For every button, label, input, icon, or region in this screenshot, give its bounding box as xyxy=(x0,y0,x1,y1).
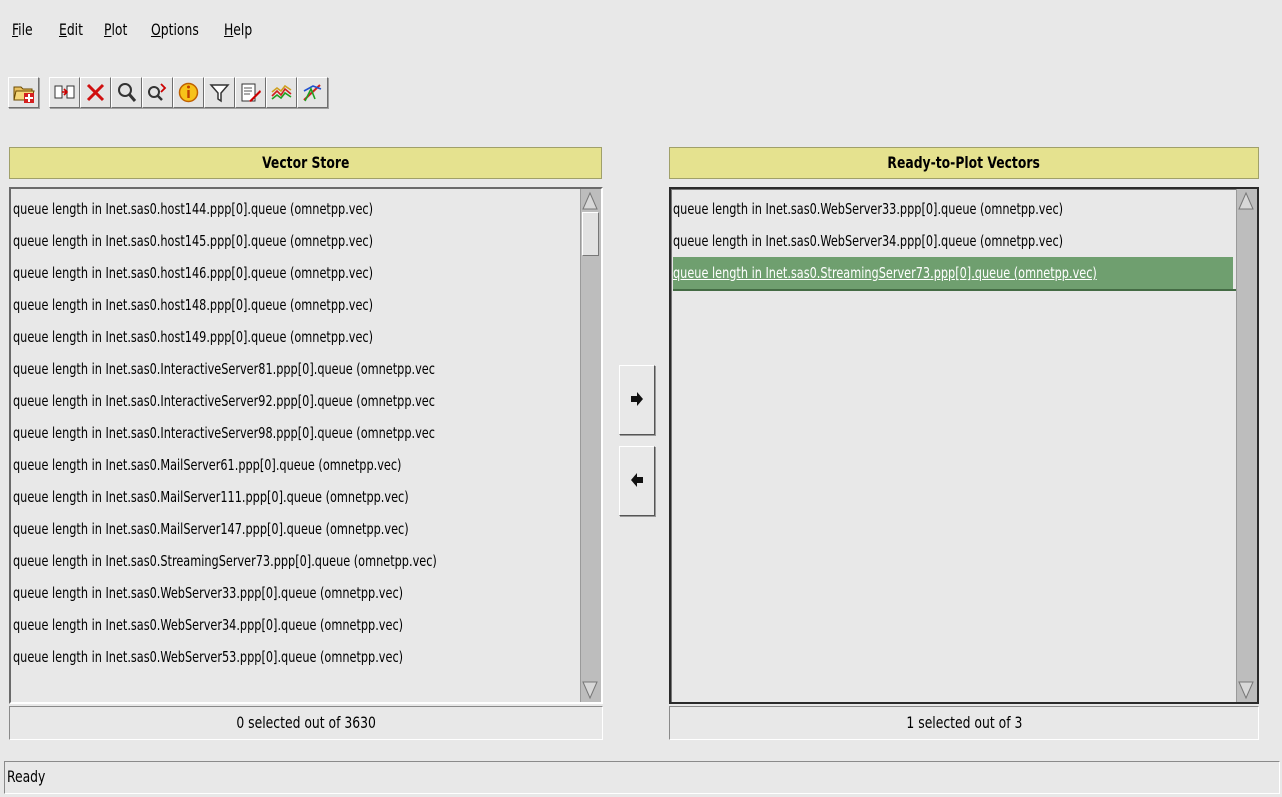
plot-config-button[interactable] xyxy=(297,77,328,108)
filter-button[interactable] xyxy=(204,77,235,108)
ready-to-plot-scrollbar[interactable] xyxy=(1236,189,1257,702)
scroll-up-icon[interactable] xyxy=(1237,191,1255,211)
scroll-down-icon[interactable] xyxy=(581,680,599,700)
list-item[interactable]: queue length in Inet.sas0.InteractiveSer… xyxy=(13,353,577,385)
list-item[interactable]: queue length in Inet.sas0.WebServer34.pp… xyxy=(13,609,577,641)
list-item-label: queue length in Inet.sas0.WebServer53.pp… xyxy=(13,648,404,666)
list-item-label: queue length in Inet.sas0.StreamingServe… xyxy=(13,552,437,570)
vector-store-count: 0 selected out of 3630 xyxy=(9,706,603,740)
search-button[interactable] xyxy=(111,77,142,108)
ready-to-plot-header: Ready-to-Plot Vectors xyxy=(669,147,1259,179)
menu-help-label: Help xyxy=(224,20,253,39)
menu-file[interactable]: File xyxy=(12,20,33,40)
scroll-down-icon[interactable] xyxy=(1237,680,1255,700)
info-button[interactable] xyxy=(173,77,204,108)
vector-store-title: Vector Store xyxy=(261,153,350,172)
list-item-label: queue length in Inet.sas0.InteractiveSer… xyxy=(13,360,435,378)
vector-store-scrollbar[interactable] xyxy=(580,189,601,702)
list-item-label: queue length in Inet.sas0.host144.ppp[0]… xyxy=(13,200,374,218)
list-item-label: queue length in Inet.sas0.InteractiveSer… xyxy=(13,392,435,410)
list-item[interactable]: queue length in Inet.sas0.WebServer53.pp… xyxy=(13,641,577,673)
menu-options-label: Options xyxy=(151,20,199,39)
delete-button[interactable] xyxy=(80,77,111,108)
list-item-label: queue length in Inet.sas0.MailServer147.… xyxy=(13,520,409,538)
list-item[interactable]: queue length in Inet.sas0.MailServer111.… xyxy=(13,481,577,513)
edit-note-button[interactable] xyxy=(235,77,266,108)
status-text: Ready xyxy=(7,767,46,786)
list-item[interactable]: queue length in Inet.sas0.host148.ppp[0]… xyxy=(13,289,577,321)
list-item-label: queue length in Inet.sas0.WebServer34.pp… xyxy=(673,232,1064,250)
add-to-plot-button[interactable] xyxy=(619,365,655,435)
plot-lines-icon xyxy=(271,84,292,100)
list-item[interactable]: queue length in Inet.sas0.host144.ppp[0]… xyxy=(13,193,577,225)
list-item[interactable]: queue length in Inet.sas0.host146.ppp[0]… xyxy=(13,257,577,289)
list-item-label: queue length in Inet.sas0.WebServer34.pp… xyxy=(13,616,404,634)
vector-store-list[interactable]: queue length in Inet.sas0.host144.ppp[0]… xyxy=(9,187,603,704)
edit-note-icon xyxy=(241,83,261,102)
remove-from-plot-button[interactable] xyxy=(619,446,655,516)
search-icon xyxy=(118,83,137,102)
ready-to-plot-title: Ready-to-Plot Vectors xyxy=(887,153,1041,172)
list-item-label: queue length in Inet.sas0.WebServer33.pp… xyxy=(13,584,404,602)
open-file-button[interactable] xyxy=(8,77,39,108)
vector-store-header: Vector Store xyxy=(9,147,602,179)
menu-edit[interactable]: Edit xyxy=(59,20,83,40)
plot-config-icon xyxy=(303,84,322,102)
ready-to-plot-rows: queue length in Inet.sas0.WebServer33.pp… xyxy=(673,193,1253,291)
list-item-label: queue length in Inet.sas0.WebServer33.pp… xyxy=(673,200,1064,218)
list-item[interactable]: queue length in Inet.sas0.MailServer147.… xyxy=(13,513,577,545)
scroll-up-icon[interactable] xyxy=(581,191,599,211)
arrow-right-icon xyxy=(631,392,643,406)
ready-to-plot-count-text: 1 selected out of 3 xyxy=(906,713,1022,732)
open-file-icon xyxy=(13,86,35,103)
arrow-left-icon xyxy=(631,473,643,487)
list-item[interactable]: queue length in Inet.sas0.StreamingServe… xyxy=(13,545,577,577)
list-item-label: queue length in Inet.sas0.host149.ppp[0]… xyxy=(13,328,374,346)
status-bar: Ready xyxy=(4,761,1280,794)
list-item[interactable]: queue length in Inet.sas0.WebServer33.pp… xyxy=(673,193,1233,225)
list-item-label: queue length in Inet.sas0.StreamingServe… xyxy=(673,264,1097,282)
list-item[interactable]: queue length in Inet.sas0.StreamingServe… xyxy=(673,257,1253,291)
list-item-label: queue length in Inet.sas0.host148.ppp[0]… xyxy=(13,296,374,314)
list-item-label: queue length in Inet.sas0.host146.ppp[0]… xyxy=(13,264,374,282)
list-item[interactable]: queue length in Inet.sas0.MailServer61.p… xyxy=(13,449,577,481)
copy-vector-icon xyxy=(54,85,75,99)
menu-help[interactable]: Help xyxy=(224,20,252,40)
menu-edit-label: Edit xyxy=(59,20,83,39)
filter-icon xyxy=(209,84,230,103)
list-item[interactable]: queue length in Inet.sas0.InteractiveSer… xyxy=(13,385,577,417)
menu-options[interactable]: Options xyxy=(151,20,199,40)
ready-to-plot-list[interactable]: queue length in Inet.sas0.WebServer33.pp… xyxy=(669,187,1259,704)
menu-file-label: File xyxy=(12,20,33,39)
list-item[interactable]: queue length in Inet.sas0.WebServer34.pp… xyxy=(673,225,1233,257)
ready-to-plot-count: 1 selected out of 3 xyxy=(669,706,1259,740)
list-item[interactable]: queue length in Inet.sas0.host145.ppp[0]… xyxy=(13,225,577,257)
list-item[interactable]: queue length in Inet.sas0.WebServer33.pp… xyxy=(13,577,577,609)
plot-lines-button[interactable] xyxy=(266,77,297,108)
copy-vector-button[interactable] xyxy=(49,77,80,108)
vector-store-scroll-thumb[interactable] xyxy=(582,212,599,256)
list-item-label: queue length in Inet.sas0.InteractiveSer… xyxy=(13,424,435,442)
vector-store-count-text: 0 selected out of 3630 xyxy=(236,713,376,732)
menu-plot[interactable]: Plot xyxy=(104,20,127,40)
search-replace-icon xyxy=(148,83,167,101)
delete-icon xyxy=(86,83,105,102)
list-item-label: queue length in Inet.sas0.MailServer61.p… xyxy=(13,456,402,474)
list-item-label: queue length in Inet.sas0.MailServer111.… xyxy=(13,488,409,506)
menu-plot-label: Plot xyxy=(104,20,128,39)
menu-bar: File Edit Plot Options Help xyxy=(0,0,1282,60)
list-item[interactable]: queue length in Inet.sas0.host149.ppp[0]… xyxy=(13,321,577,353)
info-icon xyxy=(178,82,199,103)
list-item-label: queue length in Inet.sas0.host145.ppp[0]… xyxy=(13,232,374,250)
vector-store-rows: queue length in Inet.sas0.host144.ppp[0]… xyxy=(13,193,577,673)
search-replace-button[interactable] xyxy=(142,77,173,108)
list-item[interactable]: queue length in Inet.sas0.InteractiveSer… xyxy=(13,417,577,449)
